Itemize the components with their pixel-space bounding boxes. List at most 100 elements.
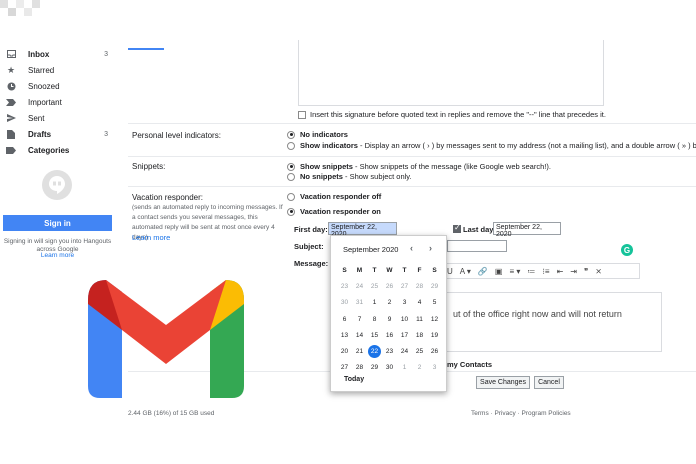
day-cell[interactable]: 27 — [337, 364, 352, 371]
sidebar-item-sent[interactable]: Sent — [0, 110, 118, 126]
today-button[interactable]: Today — [344, 376, 364, 383]
last-day-input[interactable]: September 22, 2020 — [493, 222, 561, 238]
vacation-off-radio[interactable] — [287, 192, 295, 201]
sidebar-item-categories[interactable]: Categories — [0, 142, 118, 158]
day-cell[interactable]: 2 — [382, 299, 397, 306]
day-cell[interactable]: 2 — [412, 364, 427, 371]
draft-icon — [6, 129, 16, 139]
day-cell[interactable]: 8 — [367, 316, 382, 323]
show-snippets-desc: - Show snippets of the message (like Goo… — [352, 162, 551, 171]
first-day-input[interactable]: September 22, 2020 — [328, 222, 397, 238]
day-cell[interactable]: 29 — [367, 364, 382, 371]
show-snippets-label: Show snippets — [300, 162, 353, 171]
footer-links[interactable]: Terms · Privacy · Program Policies — [471, 410, 571, 417]
sidebar: Inbox 3 ★ Starred Snoozed Important Sent… — [0, 46, 118, 158]
signature-editor[interactable] — [298, 40, 604, 106]
sidebar-item-label: Inbox — [28, 49, 50, 59]
vacation-on-option[interactable]: Vacation responder on — [287, 207, 381, 216]
text-color-icon[interactable]: A ▾ — [458, 267, 473, 276]
vacation-off-option[interactable]: Vacation responder off — [287, 192, 381, 201]
grammarly-icon[interactable]: G — [621, 244, 633, 256]
day-cell[interactable]: 3 — [397, 299, 412, 306]
sidebar-item-important[interactable]: Important — [0, 94, 118, 110]
image-icon[interactable]: ▣ — [493, 267, 505, 276]
hangouts-signin-button[interactable]: Sign in — [3, 215, 112, 231]
day-cell[interactable]: 6 — [337, 316, 352, 323]
day-cell[interactable]: 26 — [382, 283, 397, 290]
day-cell[interactable]: 25 — [412, 348, 427, 355]
vacation-learn-more-link[interactable]: Learn more — [132, 233, 170, 242]
remove-formatting-icon[interactable]: ⨯ — [593, 267, 604, 276]
date-picker-month: September 2020 — [343, 245, 399, 254]
day-cell[interactable]: 31 — [352, 299, 367, 306]
day-cell[interactable]: 7 — [352, 316, 367, 323]
day-cell[interactable]: 13 — [337, 332, 352, 339]
sidebar-item-starred[interactable]: ★ Starred — [0, 62, 118, 78]
day-cell[interactable]: 20 — [337, 348, 352, 355]
day-cell[interactable]: 15 — [367, 332, 382, 339]
day-cell[interactable]: 26 — [427, 348, 442, 355]
day-cell[interactable]: 4 — [412, 299, 427, 306]
cancel-button[interactable]: Cancel — [534, 376, 564, 389]
day-cell[interactable]: 16 — [382, 332, 397, 339]
sidebar-item-snoozed[interactable]: Snoozed — [0, 78, 118, 94]
show-snippets-radio[interactable] — [287, 162, 295, 171]
day-cell[interactable]: 24 — [352, 283, 367, 290]
link-icon[interactable]: 🔗 — [476, 267, 490, 276]
no-snippets-option[interactable]: No snippets - Show subject only. — [287, 172, 412, 181]
day-cell[interactable]: 27 — [397, 283, 412, 290]
quote-icon[interactable]: ❞ — [582, 267, 590, 276]
show-snippets-option[interactable]: Show snippets - Show snippets of the mes… — [287, 162, 551, 171]
selected-day[interactable]: 22 — [368, 345, 381, 359]
align-icon[interactable]: ≡ ▾ — [507, 267, 522, 276]
day-cell[interactable]: 29 — [427, 283, 442, 290]
day-cell[interactable]: 11 — [412, 316, 427, 323]
chevron-left-icon[interactable]: ‹ — [410, 243, 413, 253]
day-cell[interactable]: 21 — [352, 348, 367, 355]
message-editor[interactable] — [440, 292, 662, 352]
sidebar-item-inbox[interactable]: Inbox 3 — [0, 46, 118, 62]
day-cell[interactable]: 3 — [427, 364, 442, 371]
divider — [128, 186, 696, 187]
hangouts-learn-more-link[interactable]: Learn more — [3, 252, 112, 259]
day-cell[interactable]: 25 — [367, 283, 382, 290]
day-cell[interactable]: 10 — [397, 316, 412, 323]
no-indicators-radio[interactable] — [287, 130, 295, 139]
no-snippets-label: No snippets — [300, 172, 343, 181]
show-indicators-radio[interactable] — [287, 141, 295, 150]
day-cell[interactable]: 19 — [427, 332, 442, 339]
save-changes-button[interactable]: Save Changes — [476, 376, 530, 389]
message-text: ut of the office right now and will not … — [453, 309, 622, 319]
no-indicators-option[interactable]: No indicators — [287, 130, 348, 139]
subject-input[interactable] — [447, 240, 507, 252]
indent-less-icon[interactable]: ⇤ — [555, 267, 566, 276]
chevron-right-icon[interactable]: › — [429, 243, 432, 253]
last-day-label: Last day: — [463, 225, 496, 234]
weekday-label: W — [386, 266, 393, 274]
day-cell[interactable]: 1 — [397, 364, 412, 371]
vacation-on-radio[interactable] — [287, 207, 295, 216]
day-cell[interactable]: 23 — [337, 283, 352, 290]
day-cell[interactable]: 9 — [382, 316, 397, 323]
day-cell[interactable]: 14 — [352, 332, 367, 339]
day-cell[interactable]: 12 — [427, 316, 442, 323]
last-day-checkbox[interactable] — [453, 223, 461, 233]
day-cell[interactable]: 30 — [382, 364, 397, 371]
bulleted-list-icon[interactable]: ⁝≡ — [540, 267, 551, 276]
day-cell[interactable]: 28 — [412, 283, 427, 290]
day-cell[interactable]: 23 — [382, 348, 397, 355]
day-cell[interactable]: 1 — [367, 299, 382, 306]
sidebar-item-drafts[interactable]: Drafts 3 — [0, 126, 118, 142]
no-snippets-radio[interactable] — [287, 172, 295, 181]
day-cell[interactable]: 17 — [397, 332, 412, 339]
show-indicators-option[interactable]: Show indicators - Display an arrow ( › )… — [287, 141, 696, 150]
day-cell[interactable]: 28 — [352, 364, 367, 371]
divider — [128, 156, 696, 157]
numbered-list-icon[interactable]: ≔ — [525, 267, 537, 276]
signature-placement-checkbox[interactable] — [298, 110, 306, 119]
day-cell[interactable]: 24 — [397, 348, 412, 355]
indent-more-icon[interactable]: ⇥ — [568, 267, 579, 276]
day-cell[interactable]: 5 — [427, 299, 442, 306]
day-cell[interactable]: 30 — [337, 299, 352, 306]
day-cell[interactable]: 18 — [412, 332, 427, 339]
